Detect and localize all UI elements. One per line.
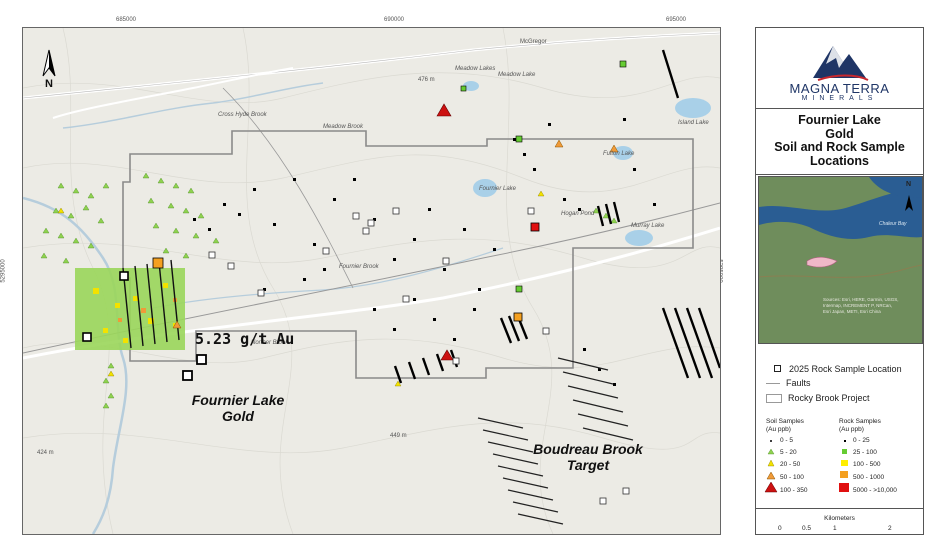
north-label: N xyxy=(45,78,53,90)
location-inset-map: N Chaleur Bay Sources: Esri, HERE, Garmi… xyxy=(758,176,923,344)
place-label-hogan-pond: Hogan Pond xyxy=(561,211,595,217)
place-label-fulton-lake: Fulton Lake xyxy=(603,151,635,157)
title-line-4: Locations xyxy=(809,153,870,168)
rock-class-5: 5000 - >10,000 xyxy=(853,487,897,494)
legend-panel: MAGNA TERRA MINERALS Fournier Lake Gold … xyxy=(755,27,924,535)
inset-map-canvas xyxy=(759,177,922,343)
rock-class-4: 500 - 1000 xyxy=(853,474,885,481)
legend-rock-2025: 2025 Rock Sample Location xyxy=(774,364,902,374)
gold-grade-callout: 5.23 g/t Au xyxy=(195,330,295,348)
scale-tick-0-5: 0.5 xyxy=(802,525,812,532)
fault-line-icon xyxy=(766,383,780,385)
scale-tick-0: 0 xyxy=(778,525,782,532)
map-panel: N McGregor Meadow Lakes Meadow Lake Isla… xyxy=(22,27,721,535)
soil-legend-header: Soil Samples (Au ppb) xyxy=(766,418,804,433)
inset-credit: Sources: Esri, HERE, Garmin, USGS, Inter… xyxy=(823,297,899,315)
left-tick-1: 5295000 xyxy=(0,259,7,283)
rock-class-2: 25 - 100 xyxy=(853,449,877,456)
soil-class-2: 5 - 20 xyxy=(780,449,797,456)
place-label-meadow-brook: Meadow Brook xyxy=(323,124,364,130)
boudreau-brook-target-label: Boudreau Brook Target xyxy=(523,441,653,473)
elevation-label-476: 476 m xyxy=(418,77,435,83)
title-line-3: Soil and Rock Sample xyxy=(774,140,905,154)
scale-title: Kilometers xyxy=(824,515,855,522)
rock-class-1: 0 - 25 xyxy=(853,437,870,444)
soil-class-4: 50 - 100 xyxy=(780,474,804,481)
company-name: MAGNA TERRA xyxy=(789,81,890,96)
top-tick-1: 685000 xyxy=(116,17,137,23)
place-label-meadow-lakes: Meadow Lakes xyxy=(455,66,496,72)
open-square-icon xyxy=(774,365,781,372)
soil-class-1: 0 - 5 xyxy=(780,437,794,444)
title-line-2: Gold xyxy=(825,126,854,141)
place-label-cross-hyde-brook: Cross Hyde Brook xyxy=(218,112,267,118)
target-label-line-2: Target xyxy=(566,457,610,473)
project-label-line-2: Gold xyxy=(222,408,254,424)
inset-label-chaleur-bay: Chaleur Bay xyxy=(879,221,907,227)
legend-project: Rocky Brook Project xyxy=(766,393,870,404)
place-label-meadow-lake: Meadow Lake xyxy=(498,72,536,78)
top-tick-3: 695000 xyxy=(666,17,687,23)
place-label-fournier-lake: Fournier Lake xyxy=(479,186,517,192)
place-label-island-lake: Island Lake xyxy=(678,120,709,126)
scale-tick-1: 1 xyxy=(833,525,837,532)
top-tick-2: 690000 xyxy=(384,17,405,23)
map-title: Fournier Lake Gold Soil and Rock Sample … xyxy=(756,108,923,175)
target-label-line-1: Boudreau Brook xyxy=(533,441,643,457)
company-logo: MAGNA TERRA MINERALS xyxy=(756,28,923,109)
title-line-1: Fournier Lake xyxy=(798,113,881,127)
place-label-fournier-brook: Fournier Brook xyxy=(339,264,379,270)
map-figure: 685000 690000 695000 5295000 5295000 xyxy=(0,0,950,535)
murray-lake xyxy=(625,230,653,246)
elevation-label-424: 424 m xyxy=(37,450,54,456)
rock-class-3: 100 - 500 xyxy=(853,461,881,468)
soil-class-3: 20 - 50 xyxy=(780,461,801,468)
place-label-murray-lake: Murray Lake xyxy=(631,223,665,229)
company-subname: MINERALS xyxy=(801,95,878,102)
place-label-mcgregor: McGregor xyxy=(520,39,547,45)
island-lake xyxy=(675,98,711,118)
inset-credit-line-3: Esri Japan, METI, Esri China xyxy=(823,309,881,314)
scale-tick-2: 2 xyxy=(888,525,892,532)
project-outline-icon xyxy=(766,394,782,404)
fournier-lake-gold-label: Fournier Lake Gold xyxy=(173,392,303,424)
inset-north-label: N xyxy=(906,181,912,188)
legend-faults: Faults xyxy=(766,378,811,388)
project-label-line-1: Fournier Lake xyxy=(191,392,285,408)
elevation-label-449: 449 m xyxy=(390,433,407,439)
soil-class-5: 100 - 350 xyxy=(780,487,808,494)
rock-legend-header: Rock Samples (Au ppb) xyxy=(839,418,881,433)
